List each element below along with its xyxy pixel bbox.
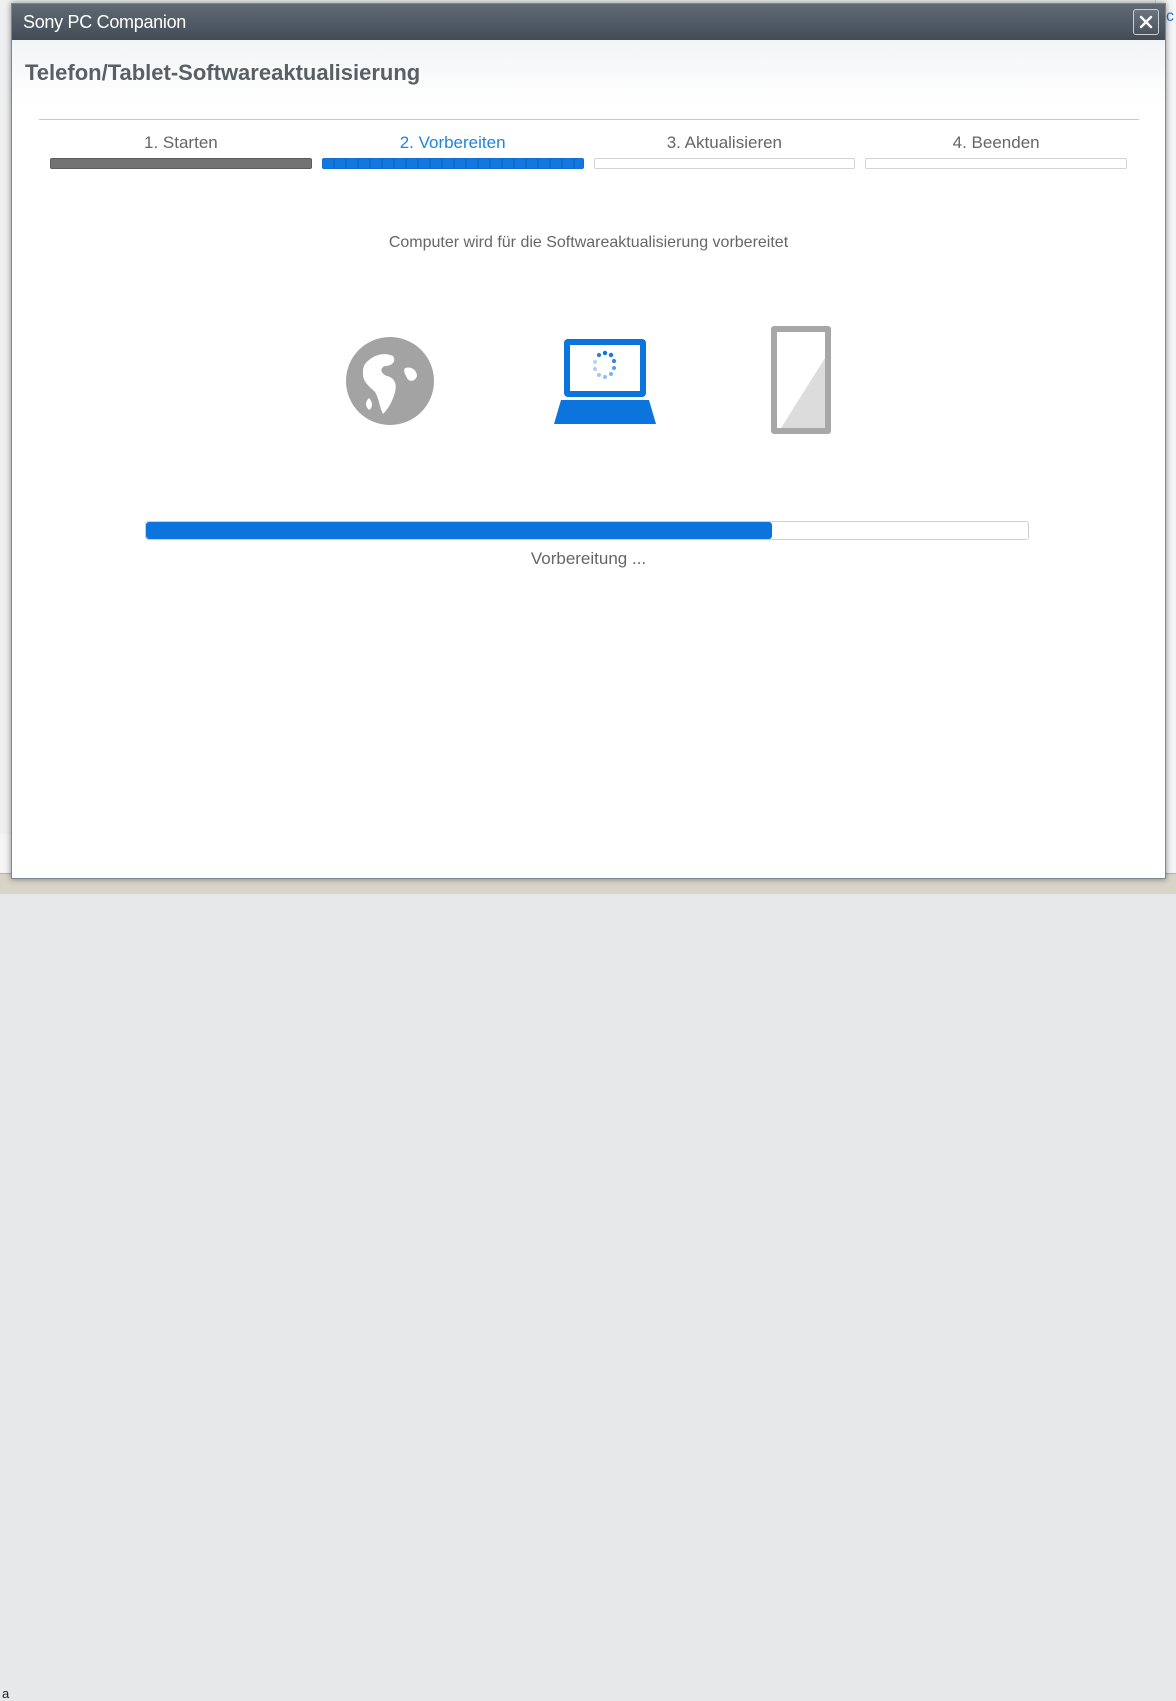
step-progress-bar (593, 158, 856, 169)
step-aktualisieren: 3. Aktualisieren (593, 132, 856, 169)
step-indicator: 1. Starten 2. Vorbereiten 3. Aktualisier… (50, 132, 1127, 169)
window-title: Sony PC Companion (23, 11, 186, 32)
title-bar: Sony PC Companion (12, 4, 1165, 40)
close-button[interactable] (1133, 9, 1159, 35)
progress-fill (146, 522, 773, 539)
step-label: 2. Vorbereiten (399, 133, 506, 152)
globe-icon (346, 337, 434, 425)
background-text: a (2, 1686, 10, 1701)
page-title: Telefon/Tablet-Softwareaktualisierung (25, 60, 421, 85)
transfer-illustration (12, 324, 1165, 444)
step-progress-bar (50, 158, 312, 169)
tablet-icon (771, 326, 831, 434)
close-icon (1139, 15, 1153, 29)
step-starten: 1. Starten (50, 132, 312, 169)
progress-label: Vorbereitung ... (530, 549, 647, 568)
step-beenden: 4. Beenden (865, 132, 1127, 169)
step-label: 3. Aktualisieren (666, 133, 783, 152)
status-message: Computer wird für die Softwareaktualisie… (388, 234, 789, 251)
step-progress-bar (321, 158, 584, 169)
update-dialog: Sony PC Companion Telefon/Tablet-Softwar… (11, 3, 1166, 879)
preparation-progress-bar (145, 521, 1029, 540)
step-label: 1. Starten (144, 133, 218, 152)
step-label: 4. Beenden (952, 133, 1040, 152)
header: Telefon/Tablet-Softwareaktualisierung (12, 40, 1165, 102)
header-divider (39, 119, 1139, 120)
laptop-icon (554, 339, 656, 424)
step-progress-bar (865, 158, 1127, 169)
step-vorbereiten: 2. Vorbereiten (321, 132, 584, 169)
